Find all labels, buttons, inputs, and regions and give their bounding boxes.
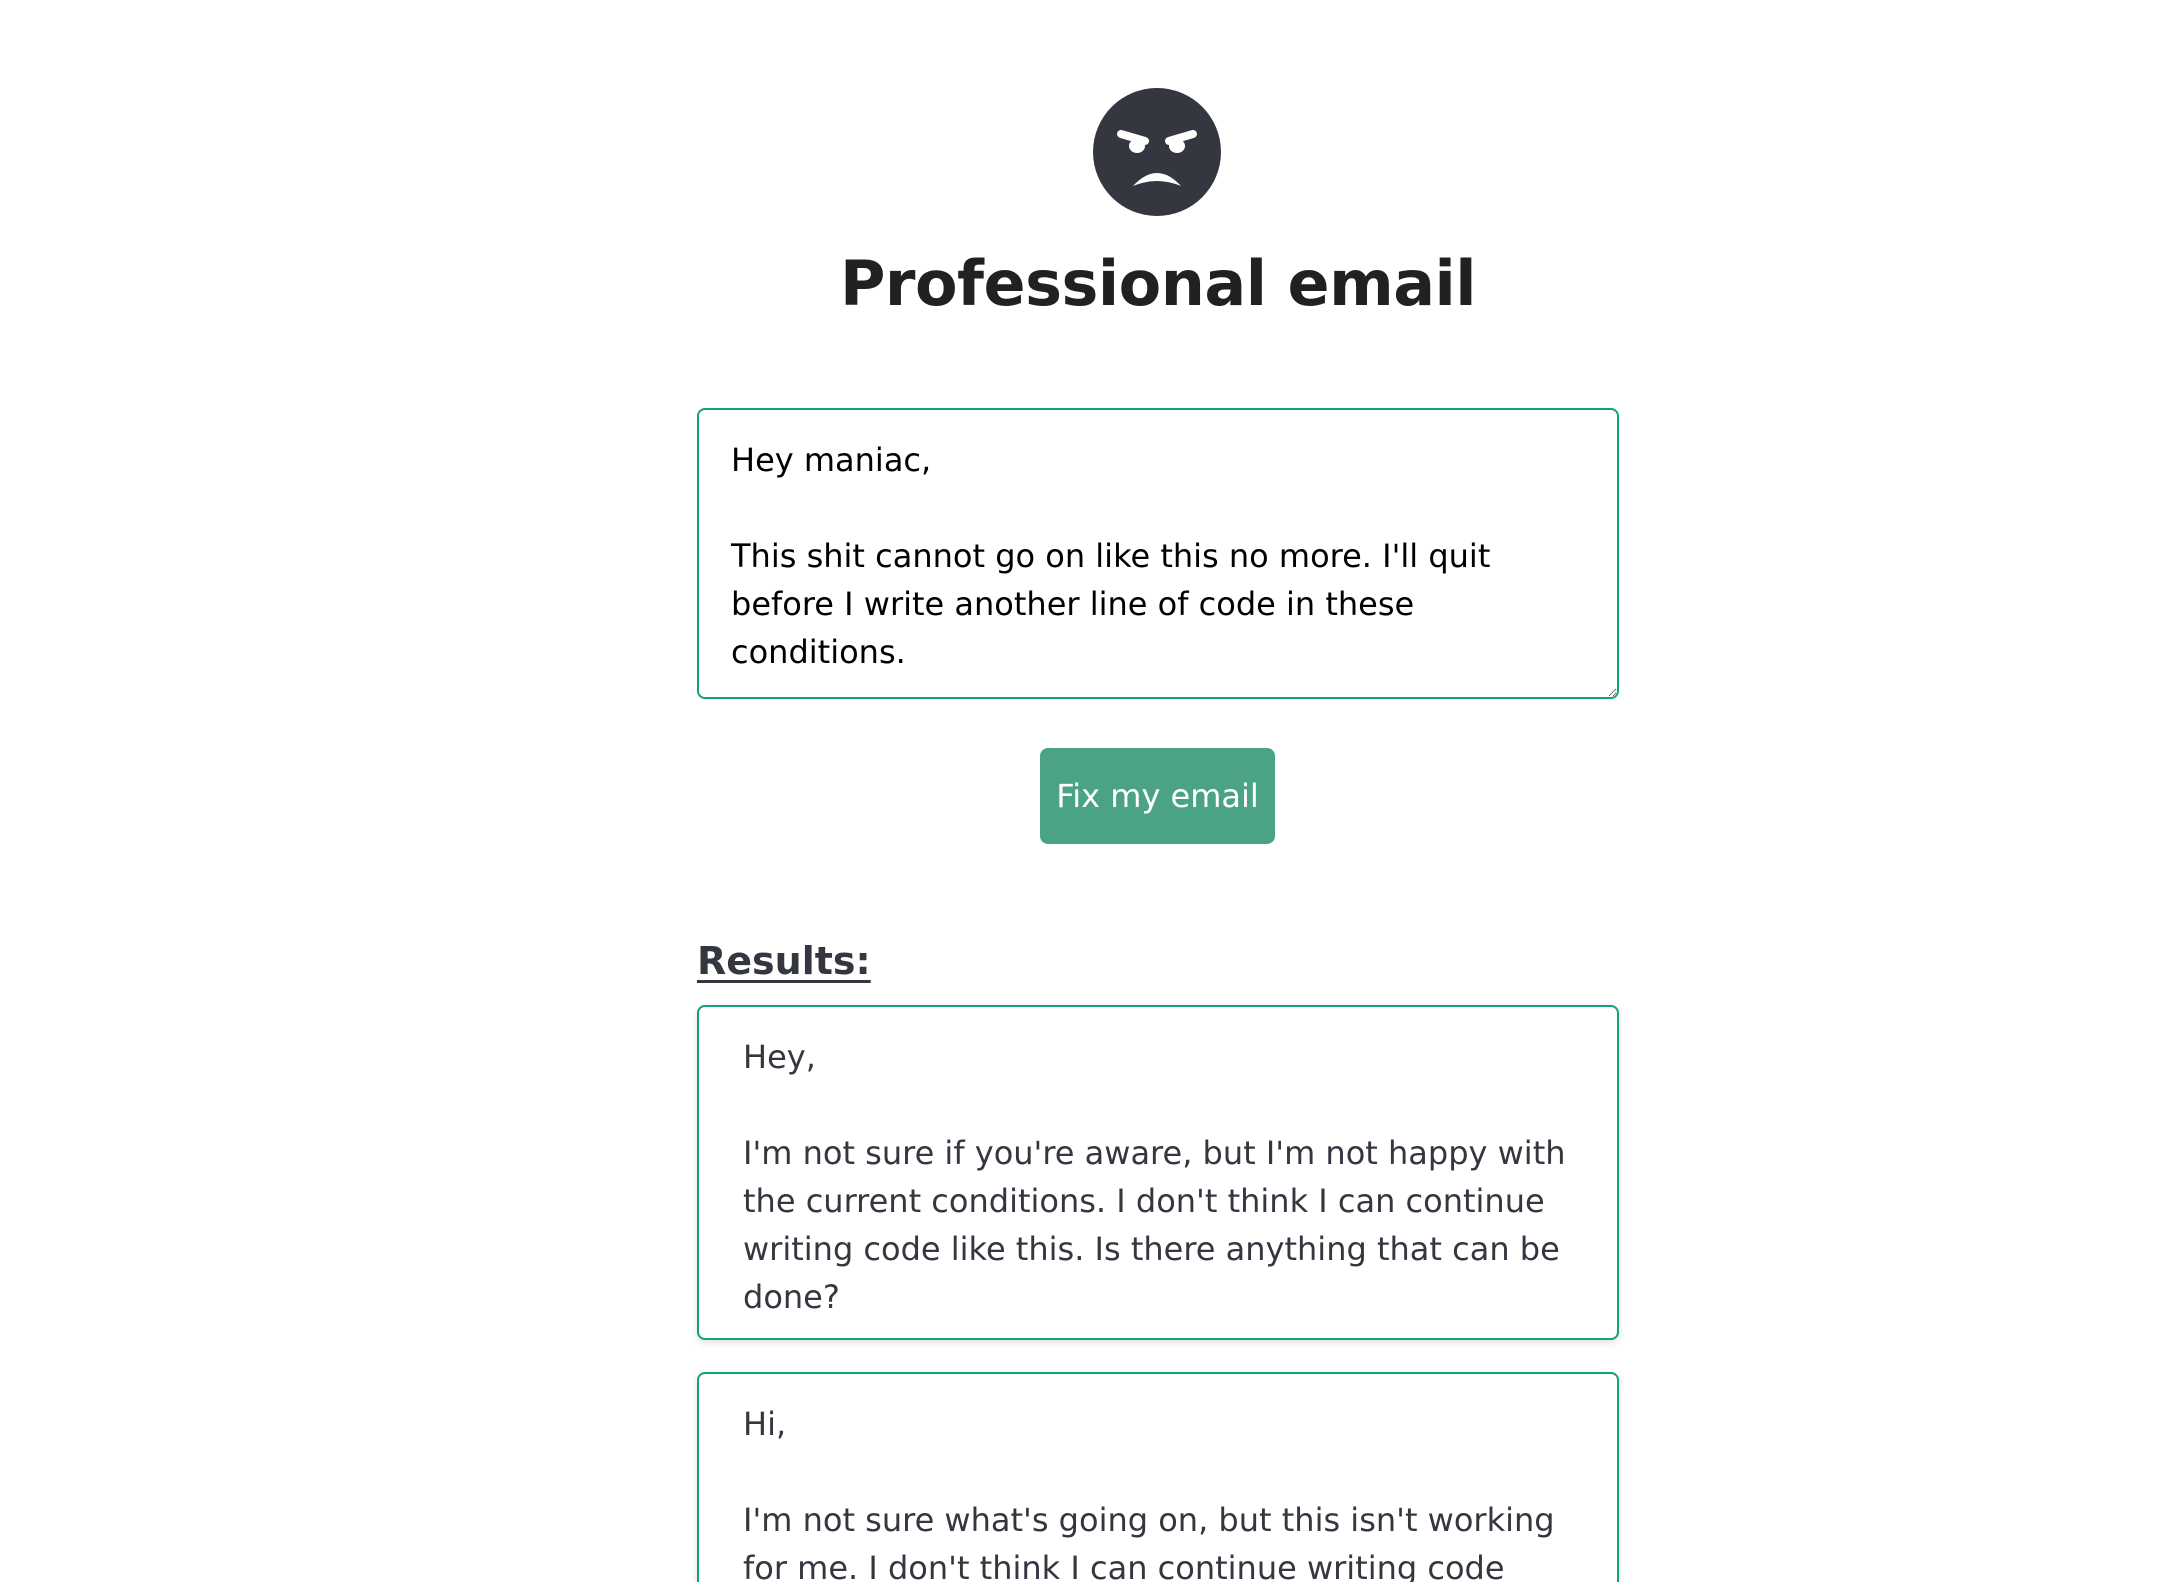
angry-face-icon bbox=[1093, 88, 1221, 216]
fix-email-button[interactable]: Fix my email bbox=[1040, 748, 1275, 844]
page-title: Professional email bbox=[839, 247, 1477, 320]
results-heading: Results: bbox=[697, 939, 871, 983]
page: Professional email Hey maniac, This shit… bbox=[0, 0, 2160, 1582]
result-card: Hey, I'm not sure if you're aware, but I… bbox=[697, 1005, 1619, 1340]
result-card: Hi, I'm not sure what's going on, but th… bbox=[697, 1372, 1619, 1582]
email-input[interactable]: Hey maniac, This shit cannot go on like … bbox=[697, 408, 1619, 699]
